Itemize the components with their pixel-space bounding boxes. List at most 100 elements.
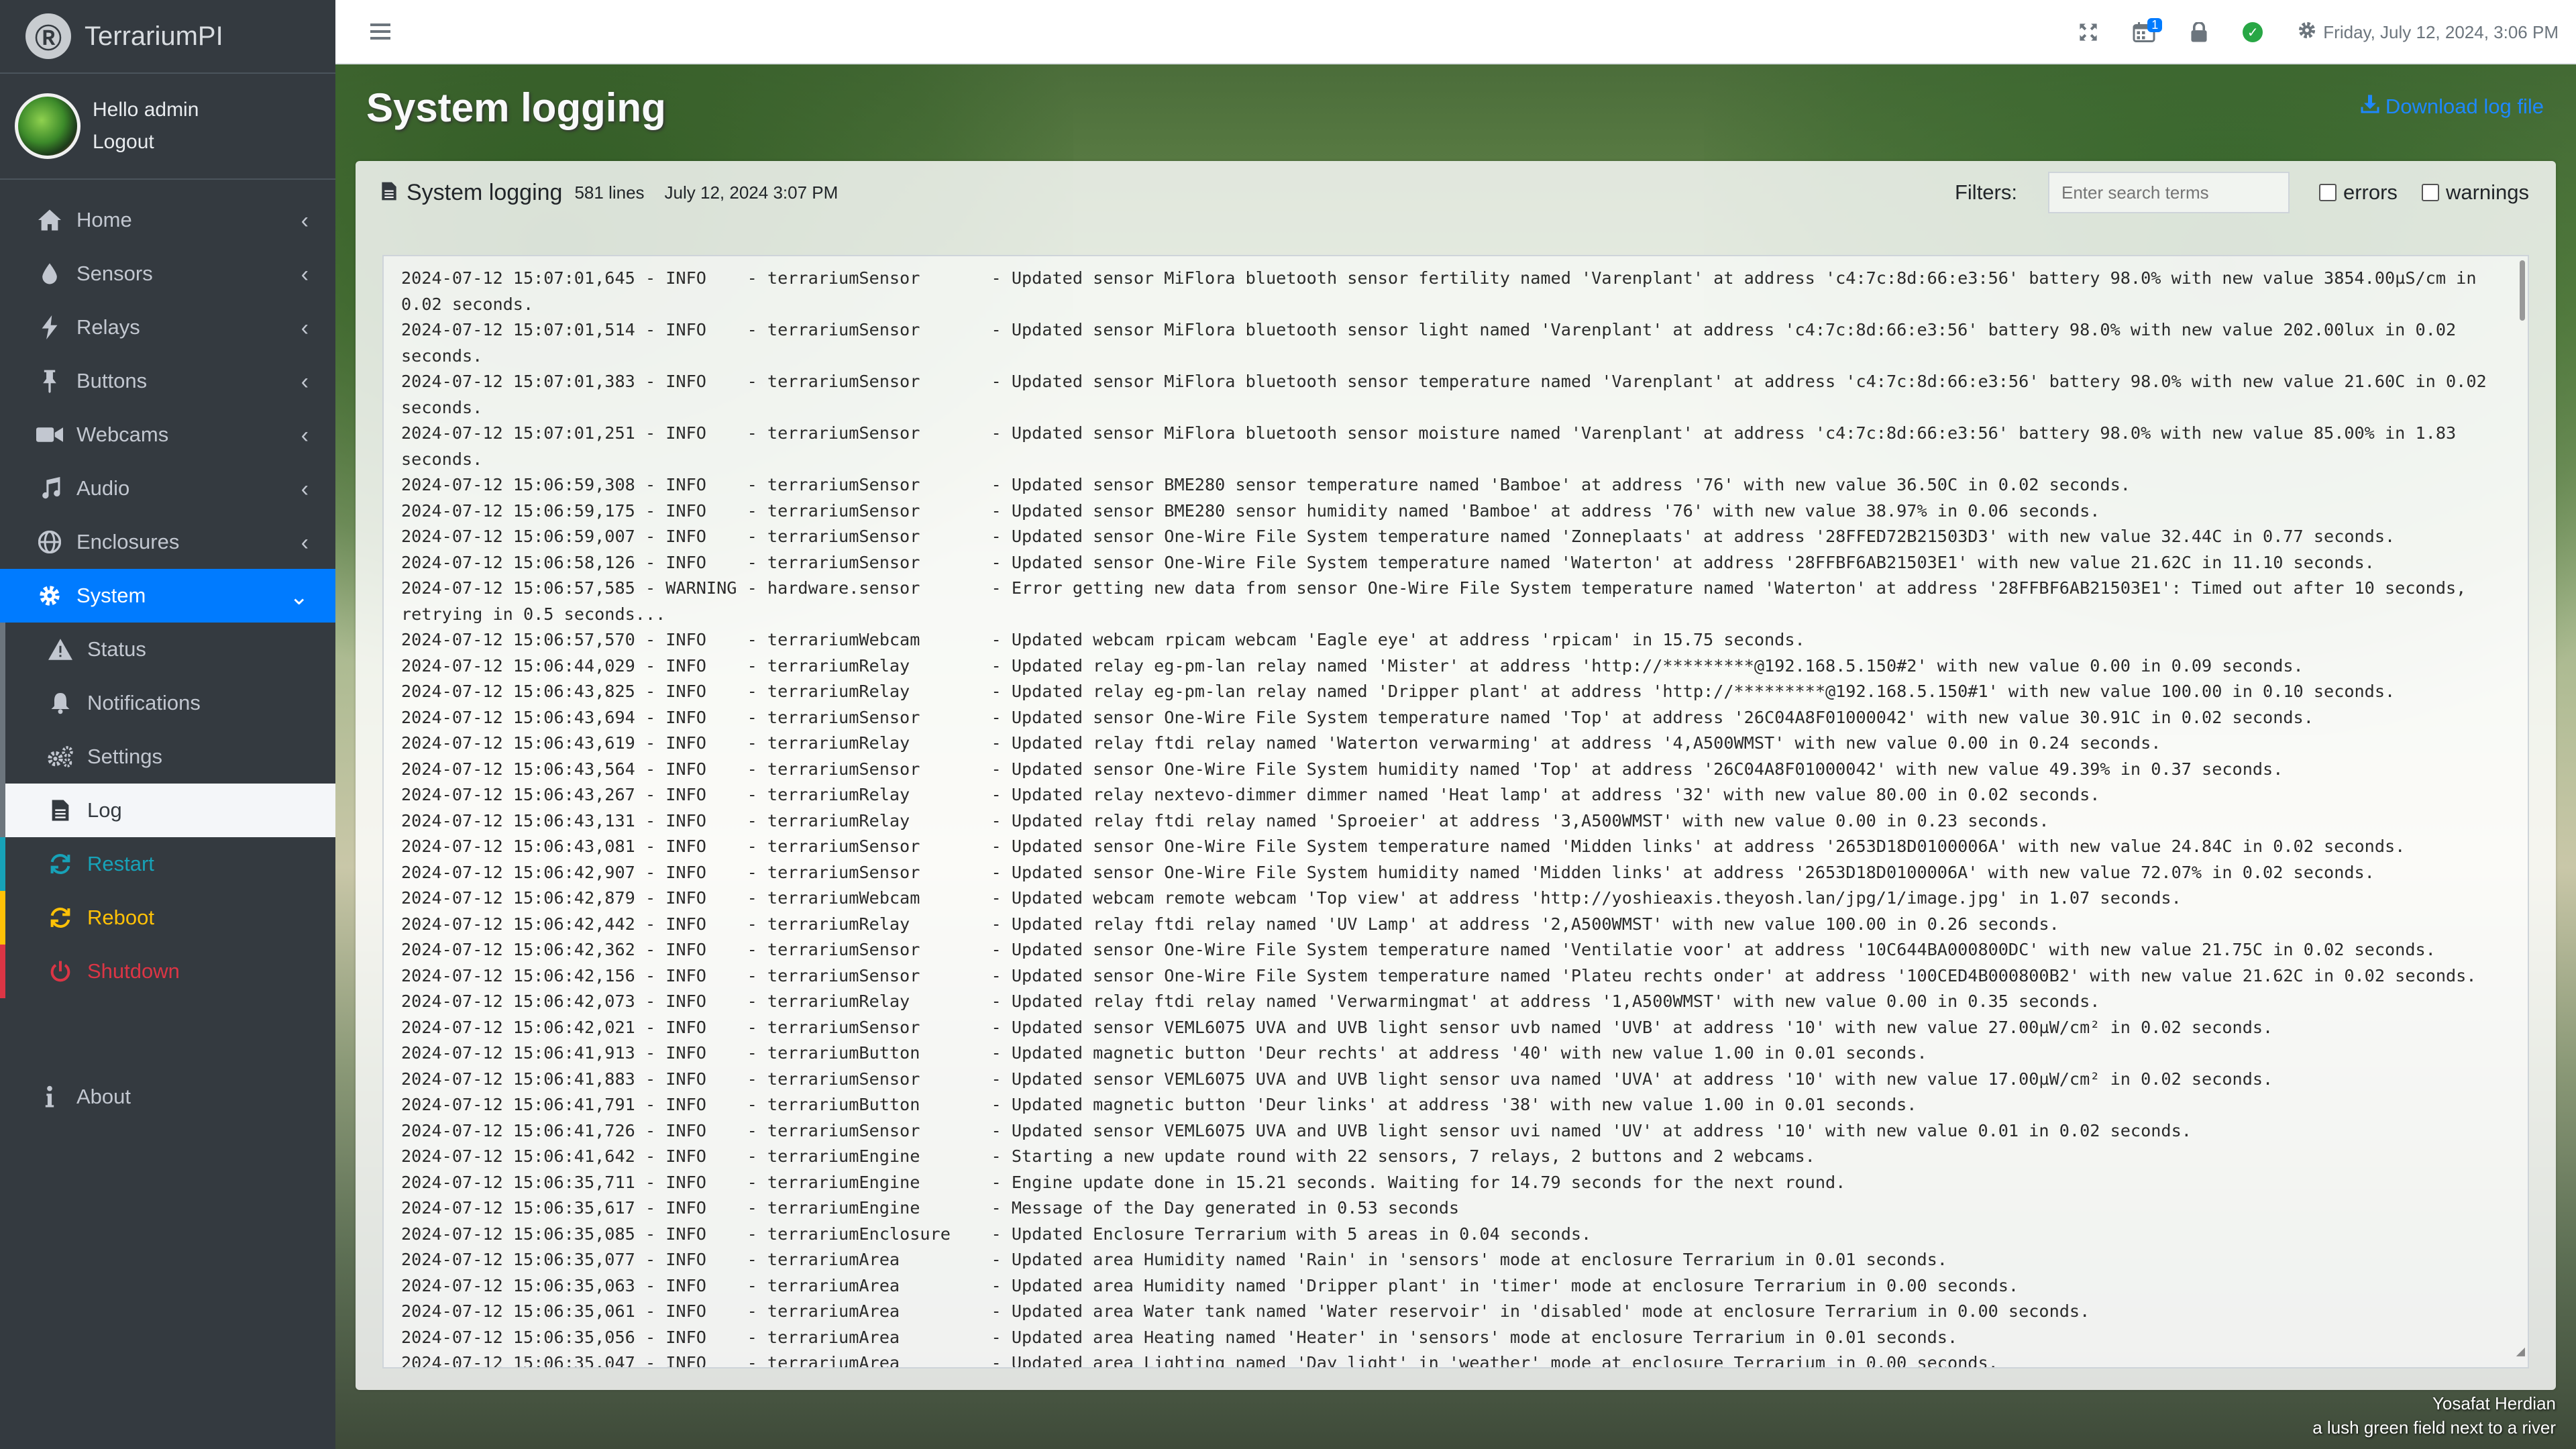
log-line: 2024-07-12 15:06:43,694 - INFO - terrari… [401, 707, 2314, 727]
sidebar-item-label: About [76, 1085, 131, 1108]
sidebar-item-label: Webcams [76, 423, 169, 446]
log-line: 2024-07-12 15:06:43,081 - INFO - terrari… [401, 837, 2406, 856]
card-header: System logging 581 lines July 12, 2024 3… [356, 161, 2556, 224]
sidebar-item-sensors[interactable]: Sensors ‹ [0, 247, 335, 301]
download-log-button[interactable]: Download log file [2360, 94, 2544, 119]
chevron-down-icon: ⌄ [289, 584, 309, 610]
log-line: 2024-07-12 15:07:01,383 - INFO - terrari… [401, 372, 2497, 417]
log-line: 2024-07-12 15:06:42,879 - INFO - terrari… [401, 888, 2182, 908]
home-icon [35, 207, 64, 233]
chevron-left-icon: ‹ [301, 262, 309, 287]
info-icon [35, 1083, 64, 1110]
log-line: 2024-07-12 15:06:35,077 - INFO - terrari… [401, 1250, 1947, 1269]
chevron-left-icon: ‹ [301, 530, 309, 555]
brand-link[interactable]: Ⓡ TerrariumPI [0, 0, 335, 74]
errors-checkbox[interactable] [2318, 184, 2337, 201]
log-line: 2024-07-12 15:07:01,251 - INFO - terrari… [401, 423, 2467, 469]
sidebar: Ⓡ TerrariumPI Hello admin Logout Home ‹ … [0, 0, 335, 1449]
brand-name: TerrariumPI [85, 21, 223, 51]
photo-author: Yosafat Herdian [2432, 1393, 2556, 1413]
log-timestamp: July 12, 2024 3:07 PM [664, 182, 839, 203]
sidebar-item-shutdown[interactable]: Shutdown [0, 945, 335, 998]
errors-filter[interactable]: errors [2318, 180, 2398, 205]
file-icon [46, 797, 75, 824]
datetime-text: Friday, July 12, 2024, 3:06 PM [2323, 21, 2559, 42]
search-input[interactable] [2047, 172, 2290, 213]
power-icon [46, 958, 75, 985]
chevron-left-icon: ‹ [301, 369, 309, 394]
log-line: 2024-07-12 15:06:42,156 - INFO - terrari… [401, 965, 2477, 985]
status-ok-icon[interactable]: ✓ [2243, 22, 2263, 42]
log-line: 2024-07-12 15:06:59,308 - INFO - terrari… [401, 475, 2131, 494]
sidebar-item-label: Home [76, 208, 132, 231]
photo-credit: Yosafat Herdian a lush green field next … [2312, 1391, 2556, 1440]
sidebar-item-about[interactable]: About [0, 1070, 335, 1124]
log-line: 2024-07-12 15:06:57,585 - WARNING - hard… [401, 578, 2477, 624]
log-line: 2024-07-12 15:06:44,029 - INFO - terrari… [401, 655, 2304, 676]
sidebar-item-buttons[interactable]: Buttons ‹ [0, 354, 335, 408]
calendar-icon[interactable]: 1 [2133, 18, 2163, 42]
resize-handle-icon[interactable]: ◢ [2516, 1339, 2525, 1365]
log-textarea[interactable]: 2024-07-12 15:07:01,645 - INFO - terrari… [382, 255, 2529, 1368]
warnings-label: warnings [2445, 180, 2529, 204]
user-panel: Hello admin Logout [0, 74, 335, 180]
log-line: 2024-07-12 15:06:35,711 - INFO - terrari… [401, 1172, 1846, 1192]
log-line: 2024-07-12 15:06:43,131 - INFO - terrari… [401, 810, 2049, 830]
sidebar-item-status[interactable]: Status [5, 623, 335, 676]
line-count: 581 lines [574, 182, 645, 203]
sidebar-item-notifications[interactable]: Notifications [5, 676, 335, 730]
file-icon [381, 180, 397, 205]
scrollbar[interactable] [2520, 260, 2525, 321]
log-line: 2024-07-12 15:06:42,073 - INFO - terrari… [401, 991, 2100, 1011]
log-line: 2024-07-12 15:06:43,564 - INFO - terrari… [401, 759, 2284, 779]
gear-icon [35, 582, 64, 609]
system-clock: Friday, July 12, 2024, 3:06 PM [2298, 21, 2559, 44]
system-submenu: Status Notifications Settings Log [0, 623, 335, 837]
log-line: 2024-07-12 15:06:42,021 - INFO - terrari… [401, 1017, 2273, 1037]
download-icon [2360, 94, 2380, 119]
logout-link[interactable]: Logout [93, 126, 199, 158]
menu-toggle-icon[interactable] [370, 19, 390, 44]
sidebar-item-reboot[interactable]: Reboot [0, 891, 335, 945]
sidebar-item-label: Reboot [87, 906, 154, 929]
sidebar-item-enclosures[interactable]: Enclosures ‹ [0, 515, 335, 569]
globe-icon [35, 529, 64, 555]
push-pin-icon [35, 368, 64, 394]
sidebar-item-relays[interactable]: Relays ‹ [0, 301, 335, 354]
log-line: 2024-07-12 15:06:43,619 - INFO - terrari… [401, 733, 2161, 753]
sidebar-item-label: System [76, 584, 146, 607]
lock-icon[interactable] [2190, 22, 2208, 42]
bell-icon [46, 690, 75, 716]
log-line: 2024-07-12 15:06:57,570 - INFO - terrari… [401, 630, 1805, 649]
photo-caption: a lush green field next to a river [2312, 1417, 2556, 1438]
sidebar-item-home[interactable]: Home ‹ [0, 193, 335, 247]
sync-icon [46, 904, 75, 931]
main-nav: Home ‹ Sensors ‹ Relays ‹ Buttons ‹ Webc… [0, 193, 335, 998]
warnings-filter[interactable]: warnings [2421, 180, 2529, 205]
sidebar-item-label: Log [87, 798, 122, 822]
log-line: 2024-07-12 15:06:59,007 - INFO - terrari… [401, 527, 2396, 546]
log-line: 2024-07-12 15:06:35,063 - INFO - terrari… [401, 1275, 2019, 1295]
sidebar-item-log[interactable]: Log [5, 784, 335, 837]
bolt-icon [35, 314, 64, 341]
log-line: 2024-07-12 15:06:35,085 - INFO - terrari… [401, 1224, 1592, 1244]
avatar[interactable] [15, 93, 80, 159]
sidebar-item-label: Audio [76, 476, 130, 500]
log-line: 2024-07-12 15:06:35,056 - INFO - terrari… [401, 1327, 1958, 1347]
log-line: 2024-07-12 15:06:35,047 - INFO - terrari… [401, 1353, 1998, 1368]
log-line: 2024-07-12 15:06:58,126 - INFO - terrari… [401, 552, 2375, 572]
log-line: 2024-07-12 15:06:42,907 - INFO - terrari… [401, 862, 2375, 882]
warnings-checkbox[interactable] [2421, 184, 2439, 201]
fullscreen-icon[interactable] [2079, 23, 2098, 42]
log-line: 2024-07-12 15:06:59,175 - INFO - terrari… [401, 500, 2100, 521]
sidebar-item-settings[interactable]: Settings [5, 730, 335, 784]
sidebar-item-audio[interactable]: Audio ‹ [0, 462, 335, 515]
sidebar-item-label: Sensors [76, 262, 153, 285]
content-area: System logging Download log file System … [335, 64, 2576, 1449]
sidebar-item-restart[interactable]: Restart [0, 837, 335, 891]
sidebar-item-system[interactable]: System ⌄ [0, 569, 335, 623]
sidebar-item-label: Status [87, 637, 146, 661]
log-line: 2024-07-12 15:06:41,726 - INFO - terrari… [401, 1120, 2192, 1140]
gear-icon [2298, 21, 2316, 44]
sidebar-item-webcams[interactable]: Webcams ‹ [0, 408, 335, 462]
